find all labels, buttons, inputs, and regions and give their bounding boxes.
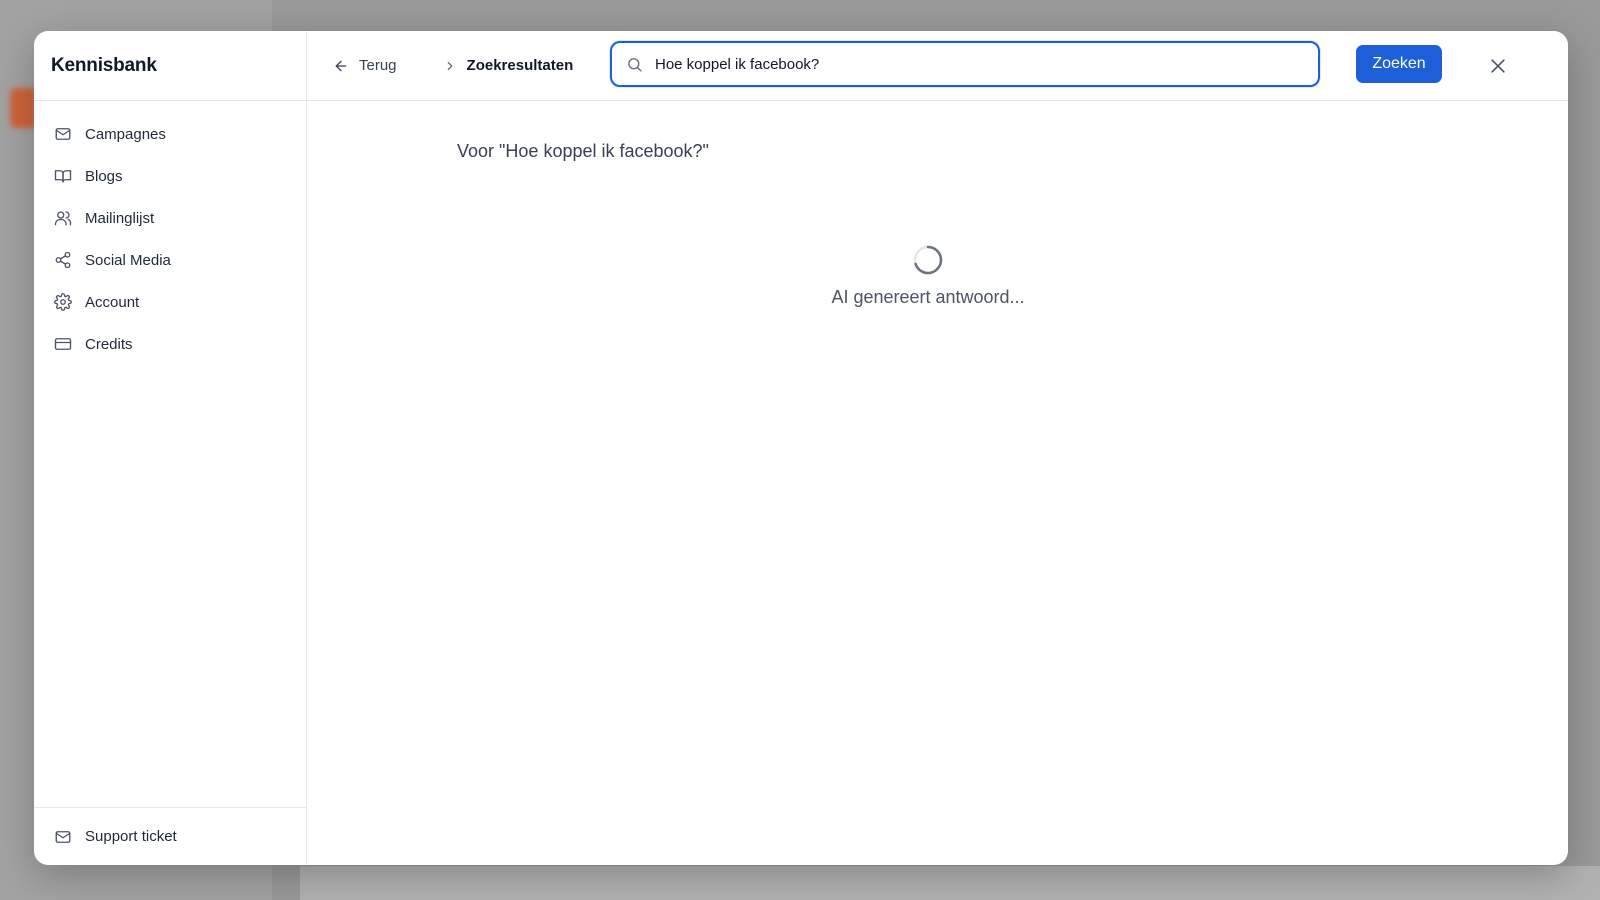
background-footer (300, 866, 1600, 900)
results-content: Voor "Hoe koppel ik facebook?" AI genere… (307, 101, 1568, 865)
loading-text: AI genereert antwoord... (831, 287, 1025, 307)
chevron-right-icon (447, 61, 452, 70)
search-icon (626, 56, 643, 73)
sidebar-footer: Support ticket (34, 807, 306, 865)
book-icon (54, 167, 72, 185)
sidebar-item-mailinglijst[interactable]: Mailinglijst (34, 197, 306, 239)
support-ticket-link[interactable]: Support ticket (34, 816, 177, 858)
loading-state: AI genereert antwoord... (288, 243, 1568, 308)
close-button[interactable] (1487, 55, 1509, 77)
sidebar-item-label: Mailinglijst (85, 209, 155, 227)
spinner-icon (913, 245, 943, 275)
sidebar-item-label: Social Media (85, 251, 171, 269)
modal-title: Kennisbank (51, 54, 157, 76)
sidebar: Kennisbank Campagnes Blogs Mailinglijst (34, 31, 307, 865)
search-box (610, 41, 1320, 87)
back-button-label: Terug (359, 57, 397, 74)
sidebar-item-account[interactable]: Account (34, 281, 306, 323)
credit-card-icon (54, 335, 72, 353)
sidebar-item-credits[interactable]: Credits (34, 323, 306, 365)
topbar: Terug Zoekresultaten Zoeken (307, 31, 1568, 101)
breadcrumb: Zoekresultaten (443, 57, 574, 74)
main-panel: Terug Zoekresultaten Zoeken Voor "Hoe ko… (307, 31, 1568, 865)
close-icon (1491, 59, 1505, 73)
gear-icon (54, 293, 72, 311)
sidebar-item-campagnes[interactable]: Campagnes (34, 113, 306, 155)
sidebar-item-label: Account (85, 293, 140, 311)
users-icon (54, 209, 72, 227)
sidebar-item-label: Credits (85, 335, 133, 353)
sidebar-header: Kennisbank (34, 31, 306, 101)
search-button[interactable]: Zoeken (1356, 45, 1442, 83)
sidebar-nav: Campagnes Blogs Mailinglijst Social Medi… (34, 101, 306, 807)
sidebar-item-label: Blogs (85, 167, 123, 185)
sidebar-item-label: Campagnes (85, 125, 166, 143)
support-ticket-label: Support ticket (85, 828, 177, 845)
sidebar-item-blogs[interactable]: Blogs (34, 155, 306, 197)
mail-icon (54, 828, 72, 846)
sidebar-item-social-media[interactable]: Social Media (34, 239, 306, 281)
breadcrumb-current: Zoekresultaten (466, 57, 574, 74)
back-button[interactable]: Terug (333, 57, 397, 74)
share-icon (54, 251, 72, 269)
mail-icon (54, 125, 72, 143)
knowledge-base-modal: Kennisbank Campagnes Blogs Mailinglijst (34, 31, 1568, 865)
arrow-left-icon (335, 60, 347, 71)
background-accent (10, 88, 36, 128)
search-input[interactable] (655, 55, 1318, 73)
results-heading: Voor "Hoe koppel ik facebook?" (457, 141, 709, 161)
